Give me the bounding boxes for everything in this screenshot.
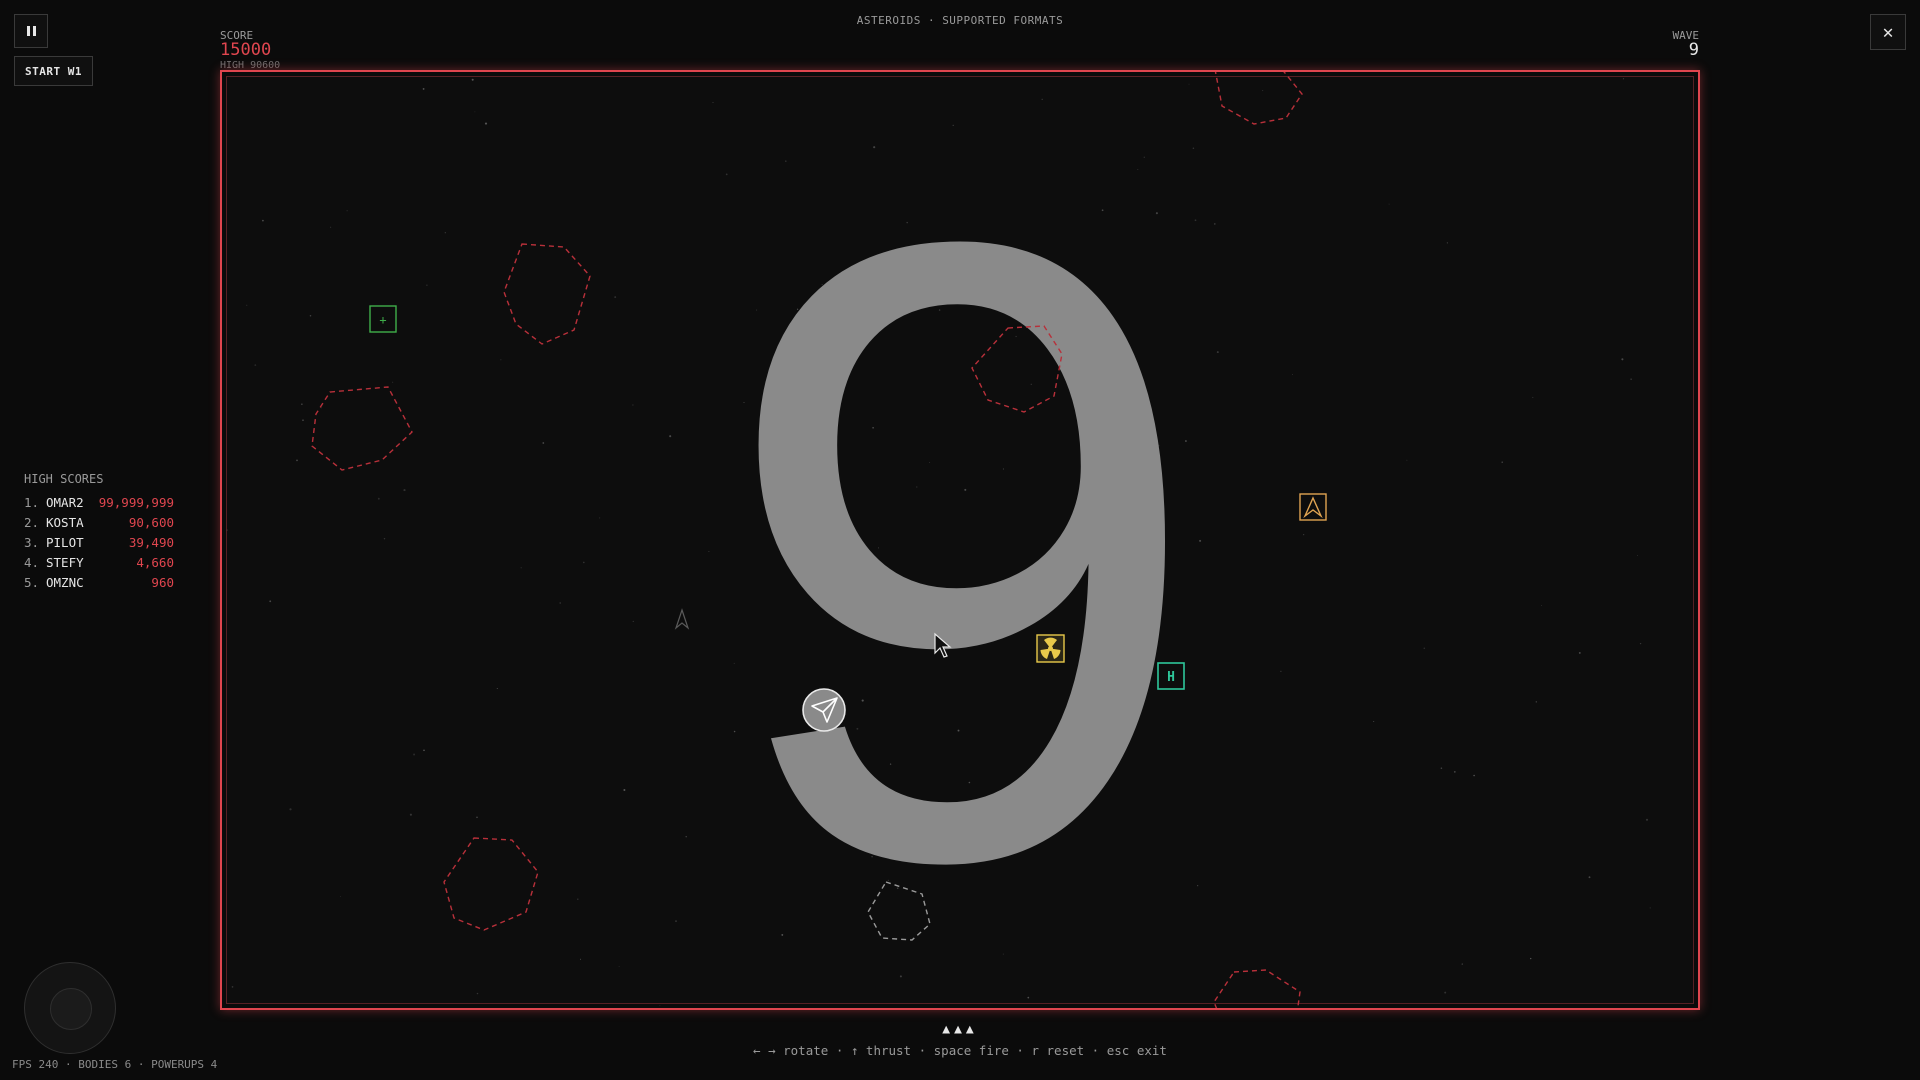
high-score-value: 4,660 (136, 554, 174, 570)
start-wave-button[interactable]: START W1 (14, 56, 93, 86)
high-score-rank: 1. (24, 494, 40, 510)
high-scores-list: 1. OMAR2 99,999,999 2. KOSTA 90,600 3. P… (24, 492, 174, 592)
asteroid (1214, 72, 1303, 125)
pointer-cursor-icon (934, 632, 952, 658)
list-item: 4. STEFY 4,660 (24, 552, 174, 572)
high-score-value: 960 (151, 574, 174, 590)
score-value: 15000 (220, 40, 272, 60)
asteroid (503, 243, 591, 345)
high-score-rank: 4. (24, 554, 40, 570)
radiation-icon (1036, 634, 1065, 663)
high-score-value: 99,999,999 (98, 494, 174, 510)
high-scores-title: HIGH SCORES (24, 472, 104, 486)
pause-icon (26, 26, 36, 36)
health-powerup-label: H (1167, 670, 1175, 685)
high-score-value: 39,490 (128, 534, 174, 550)
controls-hint: ← → rotate · ↑ thrust · space fire · r r… (753, 1043, 1167, 1058)
high-score-rank: 2. (24, 514, 40, 530)
shield-powerup: + (369, 305, 397, 333)
health-powerup: H (1157, 662, 1185, 690)
asteroid (443, 837, 539, 931)
asteroid (971, 325, 1063, 413)
high-score-name: KOSTA (46, 514, 84, 530)
high-score-name: OMZNC (46, 574, 84, 590)
asteroid-gray (867, 881, 931, 941)
game-title: ASTEROIDS · SUPPORTED FORMATS (856, 14, 1064, 27)
wave-value: 9 (1688, 40, 1699, 60)
list-item: 5. OMZNC 960 (24, 572, 174, 592)
list-item: 1. OMAR2 99,999,999 (24, 492, 174, 512)
high-score-value: 90,600 (128, 514, 174, 530)
play-field[interactable]: 9 + H (220, 70, 1700, 1010)
game-objects: + H (311, 72, 1327, 1008)
high-score-name: STEFY (46, 554, 84, 570)
paper-plane-icon (802, 688, 846, 732)
virtual-joystick[interactable] (24, 962, 116, 1054)
ship-icon (1299, 493, 1327, 521)
high-score-rank: 3. (24, 534, 40, 550)
list-item: 2. KOSTA 90,600 (24, 512, 174, 532)
high-score-name: PILOT (46, 534, 84, 550)
lives-indicator: ▲▲▲ (942, 1022, 978, 1037)
asteroid (1213, 969, 1301, 1008)
high-score-name: OMAR2 (46, 494, 84, 510)
ghost-ship-icon (674, 608, 690, 630)
list-item: 3. PILOT 39,490 (24, 532, 174, 552)
shield-powerup-label: + (379, 313, 386, 327)
asteroid (311, 386, 413, 471)
debug-stats: FPS 240 · BODIES 6 · POWERUPS 4 (12, 1058, 218, 1071)
high-score-rank: 5. (24, 574, 40, 590)
